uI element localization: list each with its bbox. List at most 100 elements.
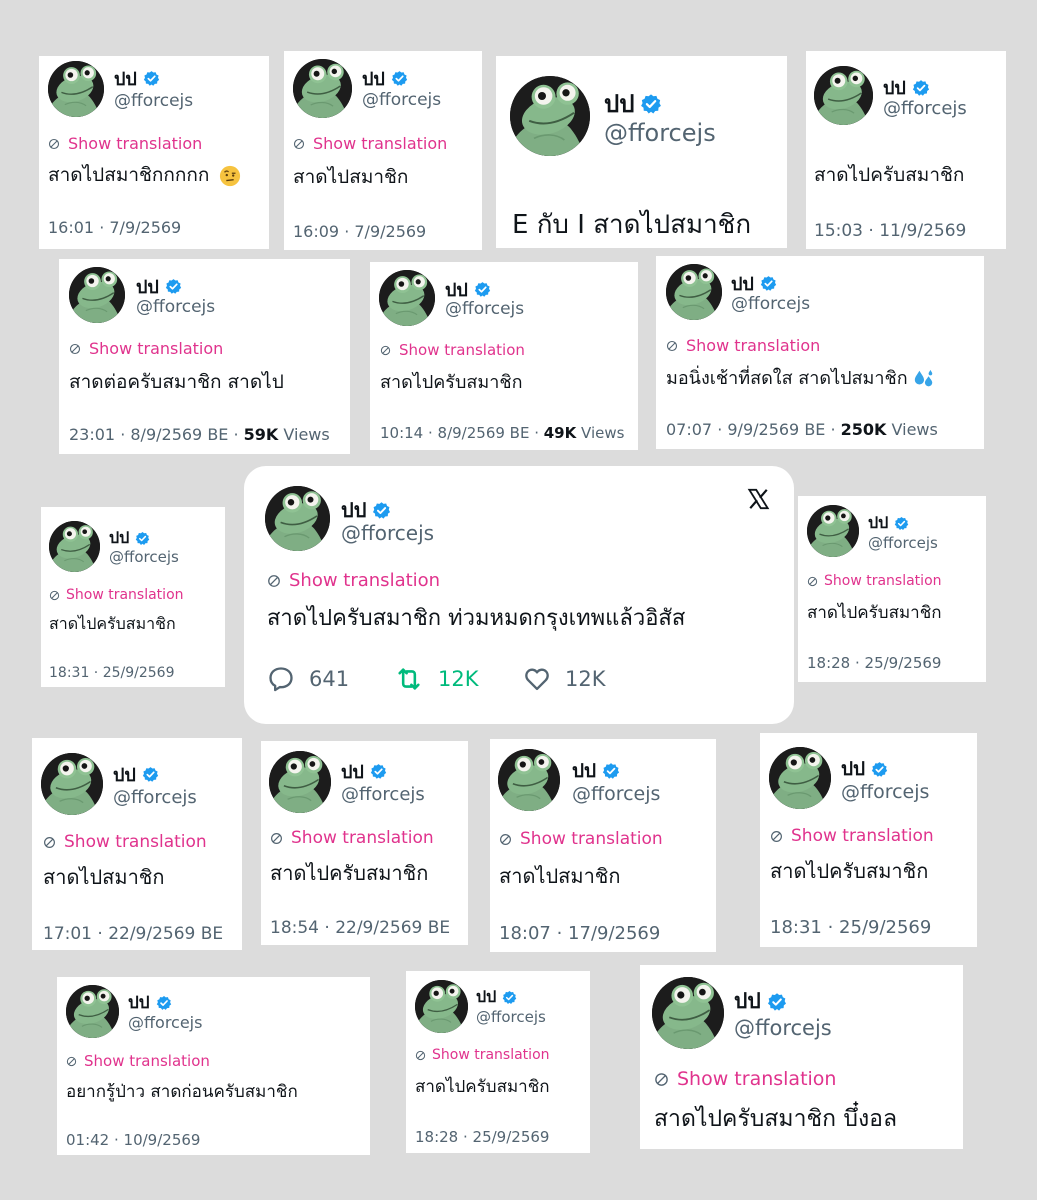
username-handle[interactable]: @fforcejs [128, 1013, 202, 1032]
show-translation-link[interactable]: Show translation [499, 829, 663, 849]
tweet-card[interactable]: ปป @fforcejs Show translation สาดไปครับส… [798, 496, 986, 682]
username-handle[interactable]: @fforcejs [341, 784, 425, 805]
show-translation-link[interactable]: Show translation [49, 587, 184, 603]
show-translation-link[interactable]: Show translation [267, 570, 440, 591]
tweet-card[interactable]: ปป @fforcejs Show translation สาดไปครับส… [640, 965, 963, 1149]
username-handle[interactable]: @fforcejs [841, 781, 929, 803]
show-translation-link[interactable]: Show translation [770, 826, 934, 846]
username-handle[interactable]: @fforcejs [114, 91, 193, 111]
display-name[interactable]: ปป [114, 64, 137, 93]
frog-avatar[interactable] [379, 270, 435, 326]
timestamp[interactable]: 16:09 · 7/9/2569 [293, 222, 426, 241]
show-translation-link[interactable]: Show translation [380, 341, 525, 359]
timestamp[interactable]: 15:03 · 11/9/2569 [814, 221, 966, 241]
username-handle[interactable]: @fforcejs [445, 299, 524, 319]
frog-avatar[interactable] [498, 749, 560, 811]
username-handle[interactable]: @fforcejs [734, 1016, 832, 1040]
show-translation-link[interactable]: Show translation [69, 339, 223, 358]
tweet-card[interactable]: ปป @fforcejs Show translation สาดไปครับส… [370, 262, 638, 450]
tweet-card[interactable]: ปป @fforcejs สาดไปครับสมาชิก 15:03 · 11/… [806, 51, 1006, 249]
display-name[interactable]: ปป [868, 511, 888, 536]
username-handle[interactable]: @fforcejs [113, 787, 197, 808]
tweet-card[interactable]: ปป @fforcejs E กับ I สาดไปสมาชิก [496, 56, 787, 248]
translation-label: Show translation [84, 1052, 210, 1070]
translation-label: Show translation [289, 570, 441, 591]
display-name[interactable]: ปป [113, 760, 136, 789]
like-action[interactable]: 12K [523, 665, 606, 693]
timestamp[interactable]: 18:07 · 17/9/2569 [499, 923, 660, 944]
frog-avatar[interactable] [293, 59, 352, 118]
tweet-card[interactable]: ปป @fforcejs Show translation สาดไปครับส… [261, 741, 468, 945]
show-translation-link[interactable]: Show translation [293, 134, 447, 153]
timestamp[interactable]: 07:07 · 9/9/2569 BE · 250K Views [666, 420, 938, 439]
frog-avatar[interactable] [66, 985, 119, 1038]
show-translation-link[interactable]: Show translation [66, 1052, 210, 1070]
username-handle[interactable]: @fforcejs [731, 294, 810, 314]
display-name[interactable]: ปป [604, 84, 634, 123]
frog-avatar[interactable] [666, 264, 722, 320]
frog-avatar[interactable] [415, 980, 468, 1033]
show-translation-link[interactable]: Show translation [654, 1068, 836, 1090]
frog-avatar[interactable] [48, 61, 104, 117]
timestamp[interactable]: 10:14 · 8/9/2569 BE · 49K Views [380, 424, 624, 442]
frog-avatar[interactable] [510, 76, 590, 156]
frog-avatar[interactable] [69, 267, 125, 323]
tweet-card[interactable]: ปป @fforcejs Show translation สาดไปครับส… [406, 971, 590, 1153]
display-name[interactable]: ปป [841, 754, 865, 784]
tweet-card[interactable]: ปป @fforcejs Show translation สาดไปสมาชิ… [39, 56, 269, 249]
username-handle[interactable]: @fforcejs [109, 548, 179, 566]
tweet-card[interactable]: ปป @fforcejs Show translation มอนิ่งเช้า… [656, 256, 984, 449]
timestamp[interactable]: 01:42 · 10/9/2569 [66, 1131, 200, 1149]
tweet-card[interactable]: ปป @fforcejs Show translation อยากรู้ป่า… [57, 977, 370, 1155]
tweet-card[interactable]: ปป @fforcejs Show translation สาดไปครับส… [760, 733, 977, 947]
show-translation-link[interactable]: Show translation [43, 832, 207, 852]
x-logo-icon[interactable] [747, 488, 770, 510]
display-name-row: ปป [868, 511, 909, 536]
username-handle[interactable]: @fforcejs [572, 783, 660, 805]
username-handle[interactable]: @fforcejs [341, 521, 434, 545]
frog-avatar[interactable] [807, 505, 859, 557]
frog-avatar[interactable] [769, 747, 831, 809]
username-handle[interactable]: @fforcejs [868, 534, 938, 552]
display-name[interactable]: ปป [341, 757, 364, 786]
username-handle[interactable]: @fforcejs [604, 119, 716, 147]
display-name[interactable]: ปป [572, 756, 596, 786]
tweet-card[interactable]: ปป @fforcejs Show translation สาดไปครับส… [41, 507, 225, 687]
username-handle[interactable]: @fforcejs [476, 1008, 546, 1026]
username-handle[interactable]: @fforcejs [883, 98, 967, 119]
show-translation-link[interactable]: Show translation [807, 573, 942, 589]
tweet-card[interactable]: ปป @fforcejs Show translation สาดไปสมาชิ… [284, 51, 482, 250]
username-handle[interactable]: @fforcejs [136, 297, 215, 317]
show-translation-link[interactable]: Show translation [270, 828, 434, 848]
frog-avatar[interactable] [814, 66, 873, 125]
display-name[interactable]: ปป [362, 64, 385, 93]
tweet-card[interactable]: ปป @fforcejs Show translation สาดไปสมาชิ… [32, 738, 242, 950]
frog-avatar[interactable] [41, 753, 103, 815]
tweet-text: สาดไปสมาชิก [43, 865, 165, 889]
timestamp[interactable]: 17:01 · 22/9/2569 BE [43, 924, 223, 944]
display-name[interactable]: ปป [128, 989, 150, 1016]
timestamp[interactable]: 18:28 · 25/9/2569 [807, 654, 941, 672]
timestamp[interactable]: 16:01 · 7/9/2569 [48, 218, 181, 237]
tweet-card[interactable]: ปป @fforcejs Show translation สาดไปสมาชิ… [490, 739, 716, 952]
featured-tweet-card[interactable]: ปป @fforcejs Show translation สาดไปครับส… [244, 466, 794, 724]
timestamp[interactable]: 23:01 · 8/9/2569 BE · 59K Views [69, 425, 330, 444]
display-name[interactable]: ปป [476, 985, 496, 1010]
retweet-action[interactable]: 12K [394, 665, 479, 693]
frog-avatar[interactable] [49, 521, 100, 572]
timestamp[interactable]: 18:54 · 22/9/2569 BE [270, 918, 450, 938]
show-translation-link[interactable]: Show translation [666, 336, 820, 355]
frog-avatar[interactable] [265, 486, 330, 551]
display-name[interactable]: ปป [734, 985, 761, 1018]
show-translation-link[interactable]: Show translation [48, 134, 202, 153]
frog-avatar[interactable] [269, 751, 331, 813]
tweet-card[interactable]: ปป @fforcejs Show translation สาดต่อครับ… [59, 259, 350, 454]
frog-avatar[interactable] [652, 977, 724, 1049]
username-handle[interactable]: @fforcejs [362, 90, 441, 110]
show-translation-link[interactable]: Show translation [415, 1047, 550, 1063]
timestamp[interactable]: 18:31 · 25/9/2569 [770, 917, 931, 938]
timestamp[interactable]: 18:31 · 25/9/2569 [49, 665, 174, 681]
translation-label: Show translation [399, 341, 525, 359]
timestamp[interactable]: 18:28 · 25/9/2569 [415, 1128, 549, 1146]
reply-action[interactable]: 641 [267, 665, 349, 693]
